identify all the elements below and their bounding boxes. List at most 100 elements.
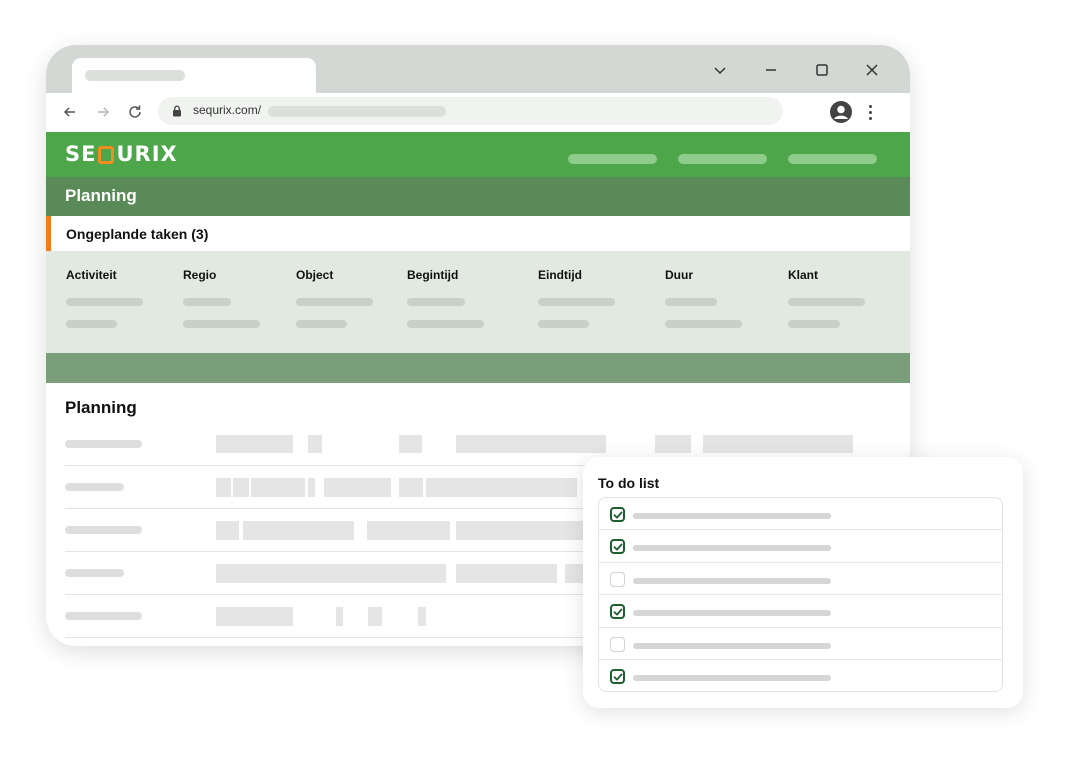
checkmark-icon	[613, 511, 623, 519]
cell-placeholder	[66, 320, 117, 328]
gantt-bar[interactable]	[216, 435, 293, 453]
cell-placeholder	[407, 320, 484, 328]
checkbox-checked[interactable]	[610, 668, 625, 684]
planning-title: Planning	[65, 398, 137, 417]
tab-title-placeholder	[85, 70, 185, 81]
todo-item[interactable]	[599, 628, 1002, 660]
chevron-down-icon[interactable]	[709, 59, 731, 81]
checkbox-unchecked[interactable]	[610, 636, 625, 652]
gantt-bar[interactable]	[216, 564, 446, 583]
cell-placeholder	[296, 320, 347, 328]
cell-placeholder	[183, 320, 260, 328]
page-title: Planning	[65, 186, 137, 205]
profile-icon[interactable]	[829, 100, 853, 124]
gantt-bar[interactable]	[426, 478, 577, 497]
checkmark-icon	[613, 608, 623, 616]
column-header: Object	[296, 268, 334, 282]
url-text: sequrix.com/	[193, 103, 262, 117]
column-header: Eindtijd	[538, 268, 582, 282]
checkmark-icon	[613, 673, 623, 681]
back-arrow-icon[interactable]	[59, 101, 81, 123]
row-label-placeholder	[65, 440, 142, 448]
unplanned-title: Ongeplande taken (3)	[66, 226, 209, 242]
checkbox-unchecked[interactable]	[610, 571, 625, 587]
gantt-bar[interactable]	[216, 607, 293, 626]
gantt-bar[interactable]	[367, 521, 450, 540]
column-header: Activiteit	[66, 268, 117, 282]
maximize-icon[interactable]	[811, 59, 833, 81]
page-header: Planning	[46, 177, 910, 216]
gantt-bar[interactable]	[418, 607, 426, 626]
cell-placeholder	[788, 298, 865, 306]
forward-arrow-icon[interactable]	[92, 101, 114, 123]
todo-text-placeholder	[633, 674, 831, 681]
cell-placeholder	[665, 298, 717, 306]
todo-item[interactable]	[599, 660, 1002, 691]
gantt-bar[interactable]	[216, 521, 239, 540]
gantt-bar[interactable]	[243, 521, 354, 540]
reload-icon[interactable]	[124, 101, 146, 123]
lock-icon	[173, 105, 181, 117]
cell-placeholder	[66, 298, 143, 306]
row-label-placeholder	[65, 526, 142, 534]
todo-item[interactable]	[599, 530, 1002, 563]
row-label-placeholder	[65, 569, 124, 577]
gantt-bar[interactable]	[399, 478, 423, 497]
divider-band	[46, 353, 910, 383]
todo-item[interactable]	[599, 498, 1002, 531]
todo-text-placeholder	[633, 545, 831, 552]
todo-text-placeholder	[633, 577, 831, 584]
tab-bar	[46, 45, 910, 94]
gantt-bar[interactable]	[703, 435, 853, 453]
checkbox-checked[interactable]	[610, 539, 625, 555]
gantt-bar[interactable]	[251, 478, 305, 497]
gantt-bar[interactable]	[456, 435, 606, 453]
gantt-bar[interactable]	[308, 435, 322, 453]
row-label-placeholder	[65, 483, 124, 491]
row-label-placeholder	[65, 612, 142, 620]
todo-item[interactable]	[599, 563, 1002, 596]
url-path-placeholder	[268, 106, 446, 117]
checkmark-icon	[613, 543, 623, 551]
nav-item-1[interactable]	[568, 154, 657, 164]
nav-item-2[interactable]	[678, 154, 767, 164]
logo-text-start: SE	[65, 142, 97, 166]
cell-placeholder	[665, 320, 742, 328]
gantt-bar[interactable]	[233, 478, 249, 497]
unplanned-section-header: Ongeplande taken (3)	[46, 216, 910, 251]
close-icon[interactable]	[861, 59, 883, 81]
gantt-bar[interactable]	[456, 564, 557, 583]
gantt-bar[interactable]	[368, 607, 382, 626]
column-header: Begintijd	[407, 268, 459, 282]
cell-placeholder	[538, 320, 589, 328]
gantt-bar[interactable]	[336, 607, 343, 626]
logo-q-mark	[98, 146, 115, 164]
checkbox-checked[interactable]	[610, 507, 625, 522]
url-input[interactable]: sequrix.com/	[158, 97, 783, 125]
todo-title: To do list	[598, 475, 660, 491]
todo-text-placeholder	[633, 610, 831, 617]
gantt-bar[interactable]	[399, 435, 422, 453]
nav-item-3[interactable]	[788, 154, 877, 164]
todo-text-placeholder	[633, 642, 831, 649]
todo-item[interactable]	[599, 595, 1002, 628]
gantt-bar[interactable]	[308, 478, 315, 497]
gantt-bar[interactable]	[324, 478, 391, 497]
sequrix-logo[interactable]: SE URIX	[65, 142, 178, 166]
minimize-icon[interactable]	[760, 59, 782, 81]
cell-placeholder	[407, 298, 465, 306]
logo-text-end: URIX	[116, 142, 178, 166]
column-header: Duur	[665, 268, 693, 282]
app-header: SE URIX	[46, 132, 910, 177]
address-bar: sequrix.com/	[46, 93, 910, 132]
browser-tab[interactable]	[72, 58, 316, 94]
more-menu-icon[interactable]	[864, 101, 876, 123]
gantt-bar[interactable]	[655, 435, 691, 453]
cell-placeholder	[788, 320, 840, 328]
cell-placeholder	[183, 298, 231, 306]
checkbox-checked[interactable]	[610, 604, 625, 620]
todo-card: To do list	[583, 457, 1023, 708]
todo-list	[598, 497, 1003, 692]
gantt-bar[interactable]	[216, 478, 231, 497]
cell-placeholder	[296, 298, 373, 306]
